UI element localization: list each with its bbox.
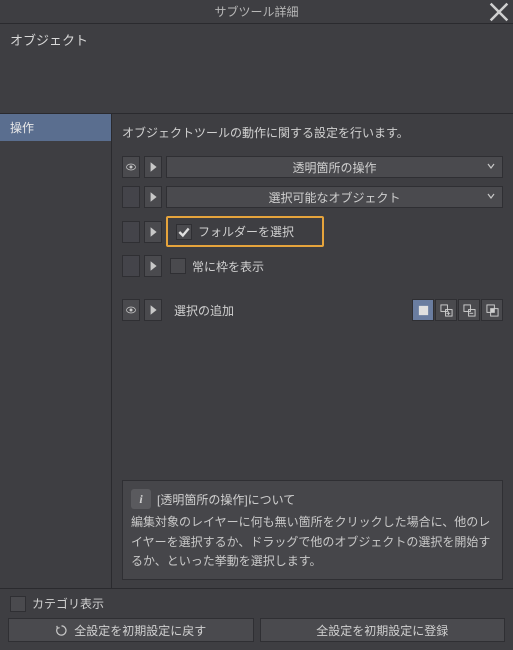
setting-row-frame: 常に枠を表示	[122, 255, 503, 277]
visibility-toggle[interactable]	[122, 221, 140, 243]
reset-icon	[55, 624, 68, 637]
chevron-down-icon	[486, 190, 496, 204]
category-display-label: カテゴリ表示	[32, 595, 104, 612]
category-sidebar: 操作	[0, 114, 112, 588]
window-title: サブツール詳細	[214, 3, 298, 20]
info-title: [透明箇所の操作]について	[157, 491, 295, 508]
always-show-frame-option[interactable]: 常に枠を表示	[166, 256, 268, 277]
chevron-down-icon	[486, 160, 496, 174]
visibility-toggle[interactable]	[122, 186, 140, 208]
triangle-right-icon	[147, 191, 159, 203]
selection-mode-subtract[interactable]	[458, 299, 480, 321]
eye-icon	[125, 304, 137, 316]
select-folder-checkbox[interactable]	[176, 224, 192, 240]
setting-row-folder: フォルダーを選択	[122, 216, 503, 247]
category-display-option[interactable]: カテゴリ表示	[8, 595, 505, 612]
setting-row-selection-add: 選択の追加	[122, 299, 503, 321]
expand-toggle[interactable]	[144, 255, 162, 277]
expand-toggle[interactable]	[144, 186, 162, 208]
expand-toggle[interactable]	[144, 221, 162, 243]
squares-plus-icon	[440, 304, 453, 317]
square-icon	[417, 304, 430, 317]
settings-panel: オブジェクトツールの動作に関する設定を行います。 透明箇所の操作 選択可能なオブ…	[112, 114, 513, 588]
triangle-right-icon	[147, 226, 159, 238]
setting-row-selectable: 選択可能なオブジェクト	[122, 186, 503, 208]
selection-mode-add[interactable]	[435, 299, 457, 321]
info-body: 編集対象のレイヤーに何も無い箇所をクリックした場合に、他のレイヤーを選択するか、…	[131, 513, 494, 571]
visibility-toggle[interactable]	[122, 299, 140, 321]
sidebar-item-label: 操作	[10, 121, 34, 135]
info-icon: i	[131, 489, 151, 509]
close-button[interactable]	[489, 2, 509, 22]
tool-name: オブジェクト	[0, 24, 513, 53]
visibility-toggle[interactable]	[122, 156, 140, 178]
selection-mode-new[interactable]	[412, 299, 434, 321]
select-folder-option[interactable]: フォルダーを選択	[166, 216, 324, 247]
checkmark-icon	[177, 225, 191, 239]
transparent-operation-dropdown[interactable]: 透明箇所の操作	[166, 156, 503, 178]
eye-icon	[125, 161, 137, 173]
triangle-right-icon	[147, 260, 159, 272]
select-folder-label: フォルダーを選択	[198, 223, 294, 240]
triangle-right-icon	[147, 161, 159, 173]
setting-row-transparent-op: 透明箇所の操作	[122, 156, 503, 178]
category-display-checkbox[interactable]	[10, 596, 26, 612]
window-titlebar: サブツール詳細	[0, 0, 513, 24]
selection-mode-intersect[interactable]	[481, 299, 503, 321]
triangle-right-icon	[147, 304, 159, 316]
always-show-frame-label: 常に枠を表示	[192, 258, 264, 275]
expand-toggle[interactable]	[144, 156, 162, 178]
footer: カテゴリ表示 全設定を初期設定に戻す 全設定を初期設定に登録	[0, 589, 513, 650]
reset-defaults-button[interactable]: 全設定を初期設定に戻す	[8, 618, 254, 642]
selectable-objects-dropdown[interactable]: 選択可能なオブジェクト	[166, 186, 503, 208]
tool-header: オブジェクト	[0, 24, 513, 114]
selection-add-label: 選択の追加	[166, 302, 408, 319]
panel-description: オブジェクトツールの動作に関する設定を行います。	[122, 124, 503, 142]
register-defaults-button[interactable]: 全設定を初期設定に登録	[260, 618, 506, 642]
info-panel: i [透明箇所の操作]について 編集対象のレイヤーに何も無い箇所をクリックした場…	[122, 480, 503, 580]
squares-minus-icon	[463, 304, 476, 317]
close-icon	[489, 2, 509, 22]
expand-toggle[interactable]	[144, 299, 162, 321]
squares-intersect-icon	[486, 304, 499, 317]
visibility-toggle[interactable]	[122, 255, 140, 277]
sidebar-item-operation[interactable]: 操作	[0, 114, 111, 141]
always-show-frame-checkbox[interactable]	[170, 258, 186, 274]
